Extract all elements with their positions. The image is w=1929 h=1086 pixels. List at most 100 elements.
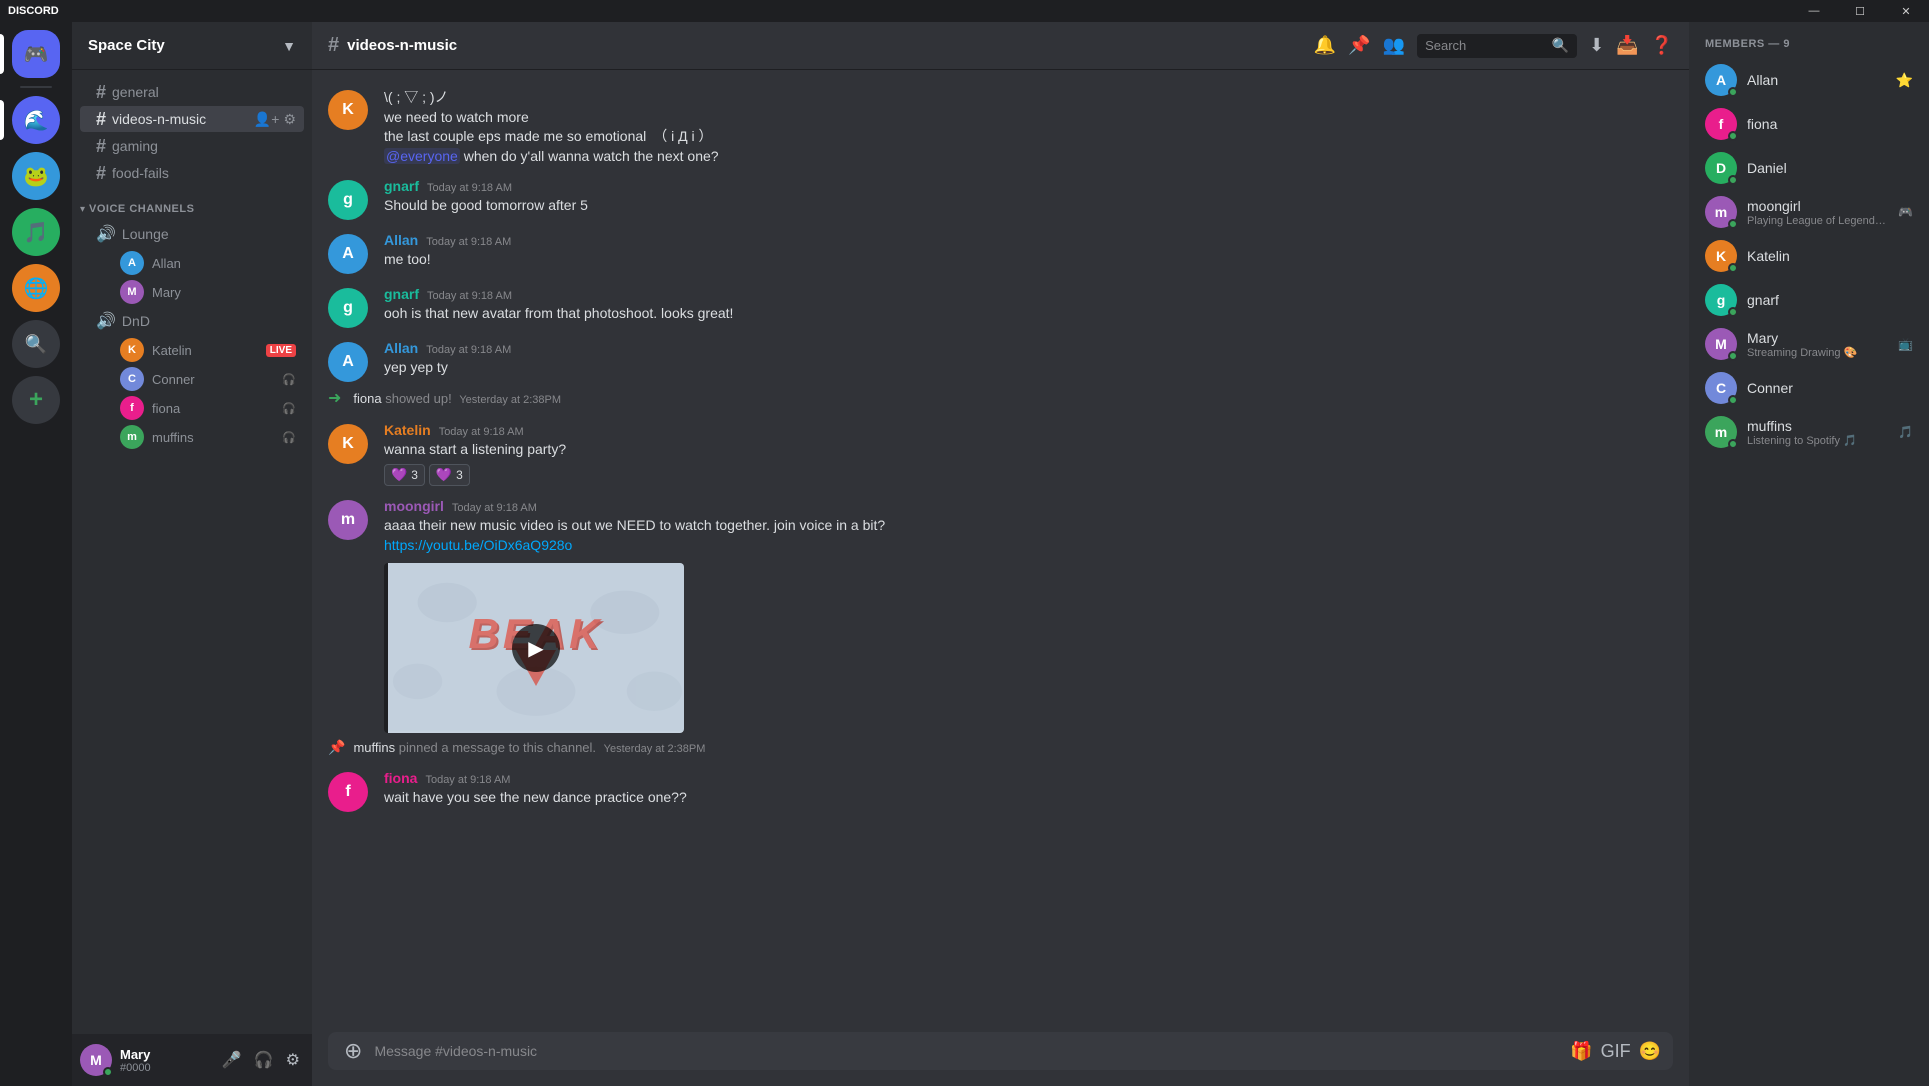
add-member-icon[interactable]: 👤+ (254, 111, 280, 128)
header-actions: 🔔 📌 👥 Search 🔍 ⬇ 📥 ❓ (1314, 34, 1673, 58)
voice-member-allan[interactable]: A Allan (80, 249, 304, 277)
member-name-daniel: Daniel (1747, 160, 1913, 176)
server-list: 🎮 🌊 🐸 🎵 🌐 🔍 + (0, 22, 72, 1086)
server-icon-add[interactable]: + (12, 376, 60, 424)
channel-item-food-fails[interactable]: # food-fails (80, 160, 304, 186)
emoji-button[interactable]: 😊 (1639, 1041, 1661, 1062)
channel-item-general[interactable]: # general (80, 79, 304, 105)
members-header: MEMBERS — 9 (1697, 38, 1921, 50)
voice-member-katelin[interactable]: K Katelin LIVE (80, 336, 304, 364)
member-item-daniel[interactable]: D Daniel (1697, 146, 1921, 190)
author-fiona[interactable]: fiona (384, 770, 417, 786)
settings-icon[interactable]: ⚙ (283, 111, 296, 128)
avatar-katelin[interactable]: K (328, 90, 368, 130)
add-attachment-button[interactable]: ⊕ (340, 1034, 366, 1068)
member-name-conner: Conner (1747, 380, 1913, 396)
member-avatar-container-conner: C (1705, 372, 1737, 404)
reaction-heart-2[interactable]: 💜 3 (429, 464, 470, 486)
main-content: # videos-n-music 🔔 📌 👥 Search 🔍 ⬇ 📥 ❓ K (312, 22, 1689, 1086)
play-button[interactable]: ▶ (512, 624, 560, 672)
youtube-link[interactable]: https://youtu.be/OiDx6aQ928o (384, 537, 572, 553)
close-button[interactable]: ✕ (1883, 0, 1929, 22)
voice-channel-dnd[interactable]: 🔊 DnD (80, 307, 304, 335)
voice-member-mary[interactable]: M Mary (80, 278, 304, 306)
server-icon-discord[interactable]: 🎮 (12, 30, 60, 78)
message-input[interactable] (374, 1032, 1562, 1070)
avatar-gnarf[interactable]: g (328, 180, 368, 220)
avatar-gnarf-2[interactable]: g (328, 288, 368, 328)
avatar-katelin-party[interactable]: K (328, 424, 368, 464)
channel-item-gaming[interactable]: # gaming (80, 133, 304, 159)
user-status-dot (103, 1067, 113, 1077)
avatar-moongirl[interactable]: m (328, 500, 368, 540)
member-item-gnarf[interactable]: g gnarf (1697, 278, 1921, 322)
voice-member-avatar-fiona-v: f (120, 396, 144, 420)
gif-button[interactable]: GIF (1601, 1041, 1631, 1062)
author-allan-2[interactable]: Allan (384, 340, 418, 356)
channel-hash-icon: # (96, 164, 106, 182)
member-avatar-container-mary: M (1705, 328, 1737, 360)
author-katelin-party[interactable]: Katelin (384, 422, 431, 438)
server-icon-2[interactable]: 🐸 (12, 152, 60, 200)
members-icon[interactable]: 👥 (1383, 35, 1405, 56)
pin-icon[interactable]: 📌 (1348, 35, 1370, 56)
server-icon-4[interactable]: 🌐 (12, 264, 60, 312)
inbox-icon[interactable]: 📥 (1616, 35, 1638, 56)
channel-item-videos-n-music[interactable]: # videos-n-music 👤+ ⚙ (80, 106, 304, 132)
user-avatar-container[interactable]: M (80, 1044, 112, 1076)
member-item-moongirl[interactable]: m moongirl Playing League of Legends 🎮 🎮 (1697, 190, 1921, 234)
gift-icon[interactable]: 🎁 (1570, 1041, 1592, 1062)
message-allan-1: A Allan Today at 9:18 AM me too! (312, 230, 1689, 276)
member-item-allan[interactable]: A Allan ⭐ (1697, 58, 1921, 102)
member-item-fiona[interactable]: f fiona (1697, 102, 1921, 146)
message-link-moongirl: https://youtu.be/OiDx6aQ928o (384, 536, 1673, 556)
voice-member-conner[interactable]: C Conner 🎧 (80, 365, 304, 393)
reaction-count-2: 3 (456, 468, 463, 482)
pin-mention-muffins[interactable]: muffins (353, 740, 395, 755)
notification-icon[interactable]: 🔔 (1314, 35, 1336, 56)
titlebar: DISCORD — ☐ ✕ (0, 0, 1929, 22)
voice-member-fiona[interactable]: f fiona 🎧 (80, 394, 304, 422)
message-header-fiona: fiona Today at 9:18 AM (384, 770, 1673, 786)
input-actions: 🎁 GIF 😊 (1570, 1041, 1661, 1062)
avatar-allan-1[interactable]: A (328, 234, 368, 274)
author-moongirl[interactable]: moongirl (384, 498, 444, 514)
minimize-button[interactable]: — (1791, 0, 1837, 22)
member-activity-muffins: Listening to Spotify 🎵 (1747, 434, 1888, 447)
reaction-heart-1[interactable]: 💜 3 (384, 464, 425, 486)
member-item-katelin[interactable]: K Katelin (1697, 234, 1921, 278)
download-icon[interactable]: ⬇ (1589, 35, 1604, 56)
member-status-allan (1728, 87, 1738, 97)
message-content-allan-2: Allan Today at 9:18 AM yep yep ty (384, 340, 1673, 378)
system-mention-fiona[interactable]: fiona (353, 391, 381, 406)
avatar-allan-2[interactable]: A (328, 342, 368, 382)
server-icon-1[interactable]: 🌊 (12, 96, 60, 144)
member-item-muffins[interactable]: m muffins Listening to Spotify 🎵 🎵 (1697, 410, 1921, 454)
voice-category[interactable]: ▾ VOICE CHANNELS (72, 187, 312, 219)
member-item-conner[interactable]: C Conner (1697, 366, 1921, 410)
avatar-fiona[interactable]: f (328, 772, 368, 812)
timestamp-allan-2: Today at 9:18 AM (426, 344, 511, 356)
user-tag: #0000 (120, 1062, 210, 1074)
member-info-fiona: fiona (1747, 116, 1913, 132)
deafen-button[interactable]: 🎧 (250, 1046, 278, 1074)
help-icon[interactable]: ❓ (1651, 35, 1673, 56)
server-icon-explore[interactable]: 🔍 (12, 320, 60, 368)
member-item-mary[interactable]: M Mary Streaming Drawing 🎨 📺 (1697, 322, 1921, 366)
member-avatar-container-katelin: K (1705, 240, 1737, 272)
voice-member-muffins[interactable]: m muffins 🎧 (80, 423, 304, 451)
voice-channel-lounge[interactable]: 🔊 Lounge (80, 220, 304, 248)
author-gnarf-1[interactable]: gnarf (384, 178, 419, 194)
server-header[interactable]: Space City ▼ (72, 22, 312, 70)
settings-button[interactable]: ⚙ (282, 1046, 304, 1074)
mute-button[interactable]: 🎤 (218, 1046, 246, 1074)
video-embed[interactable]: BEAK ▶ (384, 563, 684, 733)
server-icon-3[interactable]: 🎵 (12, 208, 60, 256)
author-gnarf-2[interactable]: gnarf (384, 286, 419, 302)
author-allan-1[interactable]: Allan (384, 232, 418, 248)
reaction-count-1: 3 (411, 468, 418, 482)
message-content-allan-1: Allan Today at 9:18 AM me too! (384, 232, 1673, 270)
maximize-button[interactable]: ☐ (1837, 0, 1883, 22)
channel-name-food-fails: food-fails (112, 165, 296, 181)
search-bar[interactable]: Search 🔍 (1417, 34, 1577, 58)
